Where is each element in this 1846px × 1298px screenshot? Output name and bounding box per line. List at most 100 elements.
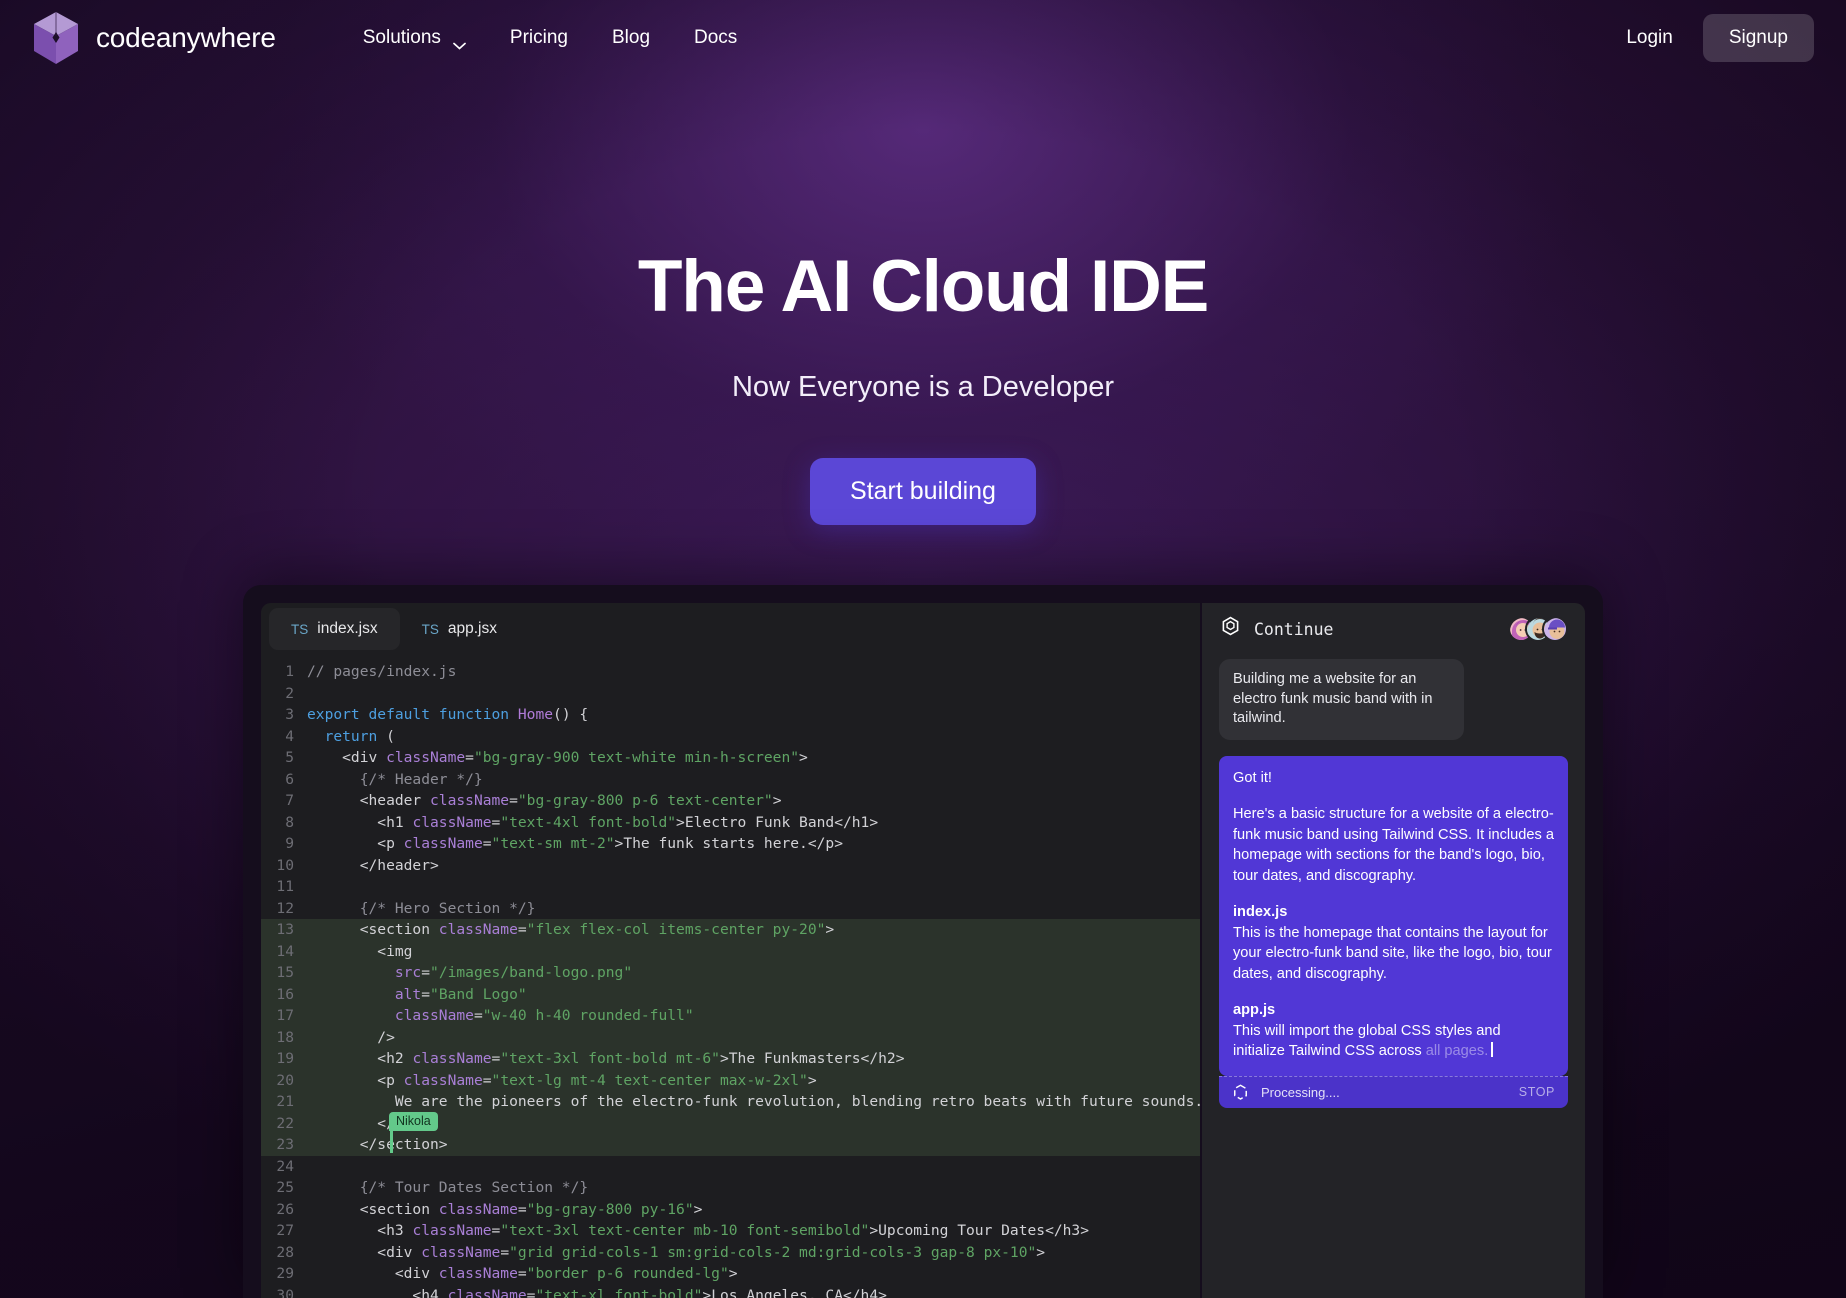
hero-subtitle: Now Everyone is a Developer	[731, 371, 1114, 403]
line-text: <h4 className="text-xl font-bold">Los An…	[307, 1286, 887, 1298]
code-line: 7 <header className="bg-gray-800 p-6 tex…	[261, 790, 1200, 812]
line-number: 19	[276, 1050, 294, 1067]
line-number: 8	[285, 813, 294, 831]
code-line: 2	[261, 683, 1200, 705]
line-text: <h1 className="text-4xl font-bold">Elect…	[307, 813, 879, 831]
chat-status-bar: Processing.... STOP	[1219, 1075, 1568, 1108]
signup-button[interactable]: Signup	[1702, 14, 1814, 62]
code-line: 19 <h2 className="text-3xl font-bold mt-…	[261, 1048, 1200, 1070]
code-line: 11	[261, 876, 1200, 898]
line-text: <section className="bg-gray-800 py-16">	[307, 1200, 703, 1218]
cube-logo-icon	[30, 10, 82, 66]
code-line: 13 <section className="flex flex-col ite…	[261, 919, 1200, 941]
code-line: 15 src="/images/band-logo.png"	[261, 962, 1200, 984]
tab-label: app.jsx	[447, 620, 497, 637]
line-text	[307, 876, 1200, 898]
code-line: 12 {/* Hero Section */}	[261, 898, 1200, 920]
ai-intro: Here's a basic structure for a website o…	[1233, 806, 1554, 884]
tab-app-jsx[interactable]: TS app.jsx	[400, 603, 519, 655]
nav-label: Blog	[611, 27, 651, 48]
chevron-down-icon	[453, 34, 466, 50]
code-line: 18 />	[261, 1026, 1200, 1048]
line-text: <div className="bg-gray-900 text-white m…	[307, 749, 808, 766]
brand-logo[interactable]: codeanywhere	[30, 10, 276, 66]
line-text: {/* Header */}	[307, 770, 483, 788]
line-number: 4	[285, 727, 294, 745]
line-number: 24	[276, 1157, 294, 1175]
header-actions: Login Signup	[1614, 14, 1814, 62]
line-number: 3	[285, 706, 294, 723]
line-number: 20	[276, 1071, 294, 1089]
typing-caret-icon	[1491, 1042, 1494, 1057]
code-line: 16 alt="Band Logo"	[261, 983, 1200, 1005]
ai-message-bubble: Got it! Here's a basic structure for a w…	[1219, 755, 1568, 1076]
line-number: 28	[276, 1243, 294, 1261]
line-number: 10	[276, 856, 294, 874]
line-number: 25	[276, 1179, 294, 1196]
chat-title: Continue	[1254, 619, 1334, 639]
code-line: 10 </header>	[261, 855, 1200, 877]
line-number: 9	[285, 835, 294, 852]
line-number: 17	[276, 1007, 294, 1024]
line-number: 30	[276, 1286, 294, 1298]
line-text: </p>	[307, 1114, 413, 1132]
tab-label: index.jsx	[317, 620, 378, 637]
avatar-cap	[1542, 616, 1568, 642]
line-text: return (	[307, 727, 395, 745]
collaborator-cursor: Nikola	[389, 1110, 438, 1153]
nav-item-blog[interactable]: Blog	[590, 19, 672, 57]
hero-section: The AI Cloud IDE Now Everyone is a Devel…	[0, 0, 1846, 525]
code-line: 9 <p className="text-sm mt-2">The funk s…	[261, 833, 1200, 855]
line-number: 21	[276, 1093, 294, 1110]
line-number: 11	[276, 878, 294, 895]
line-text: className="w-40 h-40 rounded-full"	[307, 1007, 694, 1024]
line-text: src="/images/band-logo.png"	[307, 964, 633, 981]
nav-item-docs[interactable]: Docs	[672, 19, 759, 57]
nav-label: Pricing	[509, 27, 568, 48]
ts-badge-icon: TS	[291, 621, 309, 637]
code-line: 29 <div className="border p-6 rounded-lg…	[261, 1263, 1200, 1285]
ai-pending-text: all pages.	[1425, 1043, 1489, 1059]
chat-header: Continue	[1202, 603, 1585, 655]
line-text: <img	[307, 942, 413, 960]
code-line: 17 className="w-40 h-40 rounded-full"	[261, 1005, 1200, 1027]
ts-badge-icon: TS	[421, 621, 439, 637]
line-text: <div className="grid grid-cols-1 sm:grid…	[307, 1243, 1046, 1261]
line-text: </section>	[307, 1136, 448, 1153]
ai-file-index: index.js	[1233, 904, 1288, 920]
line-number: 1	[285, 663, 294, 680]
status-text: Processing....	[1261, 1084, 1340, 1100]
nav-item-solutions[interactable]: Solutions	[341, 19, 488, 57]
code-line: 30 <h4 className="text-xl font-bold">Los…	[261, 1285, 1200, 1298]
ai-chat-pane: Continue Building me a website for an el…	[1202, 603, 1585, 1298]
line-text: </header>	[307, 856, 439, 874]
code-line: 28 <div className="grid grid-cols-1 sm:g…	[261, 1242, 1200, 1264]
tab-index-jsx[interactable]: TS index.jsx	[269, 608, 400, 650]
login-link[interactable]: Login	[1614, 19, 1685, 57]
stop-button[interactable]: STOP	[1519, 1085, 1555, 1099]
code-line: 20 <p className="text-lg mt-4 text-cente…	[261, 1069, 1200, 1091]
code-line: 26 <section className="bg-gray-800 py-16…	[261, 1199, 1200, 1221]
line-number: 29	[276, 1265, 294, 1282]
collaborator-avatars[interactable]	[1508, 616, 1568, 642]
line-text: <p className="text-sm mt-2">The funk sta…	[307, 835, 843, 852]
line-number: 5	[285, 749, 294, 766]
line-number: 27	[276, 1222, 294, 1239]
line-text: {/* Tour Dates Section */}	[307, 1179, 589, 1196]
code-line: 25 {/* Tour Dates Section */}	[261, 1177, 1200, 1199]
main-nav: Solutions Pricing Blog Docs	[341, 19, 760, 57]
line-number: 23	[276, 1136, 294, 1153]
line-number: 26	[276, 1200, 294, 1218]
nav-item-pricing[interactable]: Pricing	[488, 19, 590, 57]
line-number: 2	[285, 684, 294, 702]
user-message-bubble: Building me a website for an electro fun…	[1219, 659, 1464, 740]
line-text	[307, 683, 1200, 705]
code-line: 3 export default function Home() {	[261, 704, 1200, 726]
start-building-button[interactable]: Start building	[810, 458, 1036, 525]
hero-title: The AI Cloud IDE	[637, 246, 1209, 327]
line-number: 18	[276, 1028, 294, 1046]
code-editor[interactable]: 1// pages/index.js 2 3 export default funct…	[261, 655, 1200, 1298]
brand-name: codeanywhere	[96, 22, 276, 53]
site-header: codeanywhere Solutions Pricing Blog Docs…	[0, 0, 1846, 76]
line-number: 14	[276, 942, 294, 960]
